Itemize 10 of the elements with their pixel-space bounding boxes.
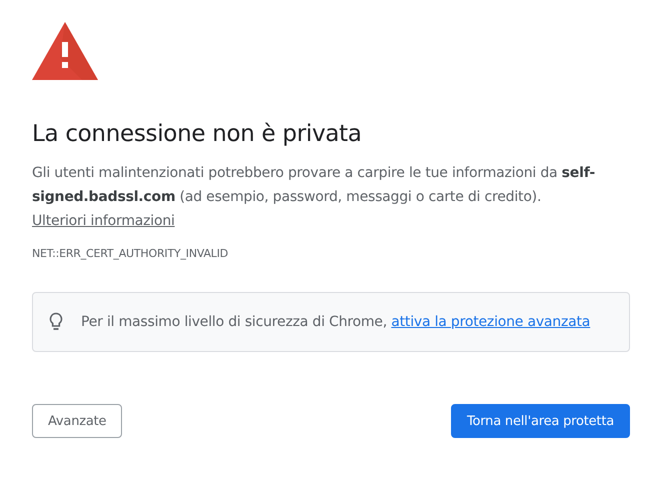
page-heading: La connessione non è privata [32,120,363,149]
back-to-safety-button[interactable]: Torna nell'area protetta [450,404,630,438]
lightbulb-icon [49,312,63,332]
error-code: NET::ERR_CERT_AUTHORITY_INVALID [32,247,230,260]
enhanced-protection-link[interactable]: attiva la protezione avanzata [391,314,590,330]
tip-text: Per il massimo livello di sicurezza di Chrome, attiva la protezione avanzata [81,314,590,330]
warning-icon [32,22,98,80]
advanced-button[interactable]: Avanzate [32,404,122,438]
learn-more-link[interactable]: Ulteriori informazioni [32,213,175,229]
warning-paragraph: Gli utenti malintenzionati potrebbero provare a carpire le tue informazioni da self-signed.badssl.com (ad esempio, password, messaggi o carte di credito). Ulteriori informazioni [32,164,596,231]
